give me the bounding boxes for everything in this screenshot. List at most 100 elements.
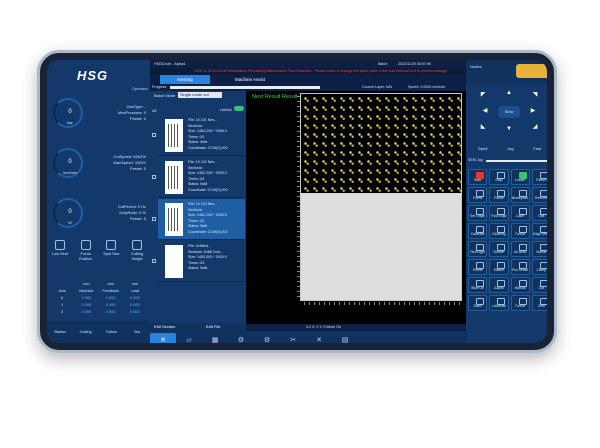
- station-button[interactable]: Station: [48, 330, 72, 334]
- focus-position-button[interactable]: Focus Position: [74, 240, 98, 262]
- function-button-return[interactable]: Return: [531, 169, 547, 185]
- unfold-label: Unfold: [220, 107, 232, 112]
- axis-row-y: Y 0.000 0.000 0.000: [60, 302, 140, 307]
- function-button-clamp[interactable]: Clamp: [531, 259, 547, 275]
- jog-speed-slider[interactable]: SEM Jog: [468, 157, 547, 164]
- toolbar-icon-1[interactable]: ▱: [176, 333, 202, 343]
- mode-jog[interactable]: Jog: [507, 145, 513, 153]
- alarm-reset-button[interactable]: [516, 64, 547, 78]
- file-checkbox[interactable]: [152, 259, 156, 263]
- file-item-selected[interactable]: File: 10 103 Nes... Sections: Size: 1462.…: [152, 199, 245, 240]
- nest-canvas[interactable]: Nest Result Result: [246, 91, 466, 324]
- function-button-blow-on[interactable]: Blow On: [468, 277, 488, 293]
- bottom-toolbar: ✕ ▱ ▦ ⚙ ⚙ ✂ ✕ ▤: [150, 331, 466, 343]
- arrow-up-right-icon[interactable]: ◥: [530, 90, 540, 100]
- focus-icon: [80, 240, 91, 250]
- function-button-pause[interactable]: Pause: [489, 187, 509, 203]
- date-time: 2022/11/25 08:57:59: [398, 62, 431, 66]
- jog-speed-button[interactable]: Slow: [498, 106, 520, 118]
- nest-result-label: Nest Result Result: [252, 94, 298, 100]
- arrow-up-icon[interactable]: ▲: [504, 88, 514, 98]
- select-all-checkbox[interactable]: All: [152, 108, 156, 113]
- arrow-down-icon[interactable]: ▼: [504, 124, 514, 134]
- toolbar-icon-7[interactable]: ▤: [332, 333, 358, 343]
- function-button-drain[interactable]: Drain: [468, 295, 488, 311]
- toolbar-icon-0[interactable]: ✕: [150, 333, 176, 343]
- batch-mode-label: Batch Mode: [154, 93, 176, 98]
- function-button-lubricate[interactable]: Lubricate: [489, 295, 509, 311]
- function-button-red-light[interactable]: Red Light: [468, 241, 488, 257]
- file-thumbnail-blank: [165, 245, 183, 278]
- function-button-start[interactable]: Start: [468, 169, 488, 185]
- tab-nesting[interactable]: Nesting: [160, 75, 210, 84]
- function-button-set-origin[interactable]: Set Origin: [468, 205, 488, 221]
- file-item[interactable]: File: 10 102 Nes... Sections: Size: 1462.…: [152, 157, 245, 198]
- arrow-up-left-icon[interactable]: ◤: [478, 90, 488, 100]
- function-button-station[interactable]: Station: [489, 259, 509, 275]
- function-button-preset[interactable]: Preset: [468, 259, 488, 275]
- toolbar-icon-3[interactable]: ⚙: [228, 333, 254, 343]
- arrow-down-left-icon[interactable]: ◣: [478, 122, 488, 132]
- unfold-toggle[interactable]: [234, 106, 244, 111]
- edit-section-button[interactable]: Edit Section: [154, 323, 175, 331]
- progress-bar: Progress Current Layer: N/A Speed: 0.000…: [150, 84, 466, 91]
- cutting-height-button[interactable]: Cutting Height: [125, 240, 149, 262]
- function-button-gas[interactable]: Gas: [531, 205, 547, 221]
- function-button-find-edge[interactable]: Find Edge: [489, 205, 509, 221]
- arrow-right-icon[interactable]: ▶: [528, 106, 538, 116]
- function-button-pre-stroke[interactable]: Pre-Stroke: [510, 259, 530, 275]
- nodes-button[interactable]: Nodes: [470, 64, 482, 69]
- toolbar-icon-6[interactable]: ✕: [306, 333, 332, 343]
- function-buttons: Start Stop Locate Return Frame Pause Breakpoin…: [468, 169, 547, 311]
- function-button-cleaning[interactable]: Cleaning: [489, 223, 509, 239]
- mode-fast[interactable]: Fast: [533, 145, 541, 153]
- function-button-calibrate[interactable]: Calibrate: [468, 223, 488, 239]
- function-button-follow[interactable]: Follow: [510, 223, 530, 239]
- jog-pad: ▲ ▼ ◀ ▶ ◤ ◥ ◣ ◢ Slow: [474, 88, 544, 136]
- function-button-breakpoint[interactable]: Breakpoint: [510, 187, 530, 203]
- function-button-laser[interactable]: Laser: [510, 205, 530, 221]
- edit-file-button[interactable]: Edit File: [206, 323, 220, 331]
- function-button-frame[interactable]: Frame: [468, 187, 488, 203]
- file-thumbnail: [165, 161, 183, 194]
- file-item[interactable]: File: 10 101 Nes... Sections: Size: 1462.…: [152, 115, 245, 156]
- function-button-zero[interactable]: Zero: [531, 295, 547, 311]
- arrow-down-right-icon[interactable]: ◢: [530, 122, 540, 132]
- cutting-button[interactable]: Cutting: [74, 330, 98, 334]
- file-checkbox[interactable]: [152, 217, 156, 221]
- bla-button[interactable]: Bla: [125, 330, 149, 334]
- follow-button[interactable]: Follow: [99, 330, 123, 334]
- file-item[interactable]: File: Untitled... Sections: 6488 Cuts... S…: [152, 241, 245, 282]
- nested-sheet[interactable]: [300, 93, 462, 301]
- spot-size-button[interactable]: Spot Size: [99, 240, 123, 262]
- function-button-air-blow[interactable]: Air Blow: [510, 241, 530, 257]
- function-button-resume[interactable]: Resume: [531, 187, 547, 203]
- mode-swell[interactable]: Swell: [478, 145, 488, 153]
- jog-modes: Swell Jog Fast: [468, 145, 547, 153]
- function-button-locate[interactable]: Locate: [510, 169, 530, 185]
- function-button-shutter[interactable]: Shutter: [489, 241, 509, 257]
- function-button-nozzle[interactable]: Nozzle: [531, 241, 547, 257]
- file-thumbnail: [165, 119, 183, 152]
- toolbar-icon-5[interactable]: ✂: [280, 333, 306, 343]
- file-list-panel: Batch Mode Single mode cut All Unfold Fi…: [150, 91, 246, 331]
- function-button-follow[interactable]: Follow: [510, 295, 530, 311]
- toolbar-icon-4[interactable]: ⚙: [254, 333, 280, 343]
- arrow-left-icon[interactable]: ◀: [480, 106, 490, 116]
- function-button-manual[interactable]: Manual: [510, 277, 530, 293]
- axis-row-x: X 0.000 0.000 0.000: [60, 295, 140, 300]
- file-checkbox[interactable]: [152, 175, 156, 179]
- function-button-adjust[interactable]: Adjust: [489, 277, 509, 293]
- low-heat-button[interactable]: Low Heat: [48, 240, 72, 262]
- operator-label: Operator: [132, 86, 148, 91]
- brand-logo: HSG: [77, 68, 109, 83]
- function-button-cut[interactable]: Cut: [531, 277, 547, 293]
- file-thumbnail: [165, 203, 183, 236]
- axis-row-z: Z 0.000 0.000 0.000: [60, 309, 140, 314]
- batch-mode-select[interactable]: Single mode cut: [178, 92, 222, 98]
- function-button-edge-seek[interactable]: Edge Seek: [531, 223, 547, 239]
- function-button-stop[interactable]: Stop: [489, 169, 509, 185]
- toolbar-icon-2[interactable]: ▦: [202, 333, 228, 343]
- file-checkbox[interactable]: [152, 133, 156, 137]
- tab-machine-assist[interactable]: Machine Assist: [220, 75, 280, 84]
